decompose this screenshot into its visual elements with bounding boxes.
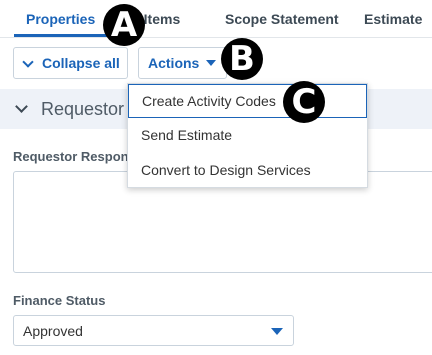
tab-scope-statement[interactable]: Scope Statement (225, 11, 339, 27)
finance-status-label: Finance Status (13, 293, 106, 308)
callout-a: A (103, 4, 145, 46)
finance-status-value: Approved (23, 323, 83, 339)
menu-item-create-activity-codes[interactable]: Create Activity Codes (128, 84, 367, 118)
actions-label: Actions (148, 55, 200, 71)
chevron-down-icon (22, 55, 34, 68)
callout-c: C (283, 81, 325, 123)
menu-item-send-estimate[interactable]: Send Estimate (128, 119, 367, 153)
tab-bar: Properties Line Items Scope Statement Es… (0, 0, 432, 38)
caret-down-icon (206, 60, 217, 66)
callout-b: B (221, 38, 263, 80)
collapse-all-button[interactable]: Collapse all (13, 47, 128, 79)
actions-menu: Create Activity Codes Send Estimate Conv… (127, 83, 368, 188)
menu-item-convert-to-design-services[interactable]: Convert to Design Services (128, 154, 367, 188)
actions-button[interactable]: Actions (138, 47, 227, 79)
tab-estimate[interactable]: Estimate (364, 11, 422, 27)
requestor-response-label: Requestor Response (13, 149, 144, 164)
caret-down-icon (271, 328, 283, 335)
active-tab-indicator (14, 34, 110, 37)
collapse-all-label: Collapse all (42, 55, 120, 71)
tab-properties[interactable]: Properties (26, 11, 95, 27)
finance-status-select[interactable]: Approved (13, 315, 294, 346)
